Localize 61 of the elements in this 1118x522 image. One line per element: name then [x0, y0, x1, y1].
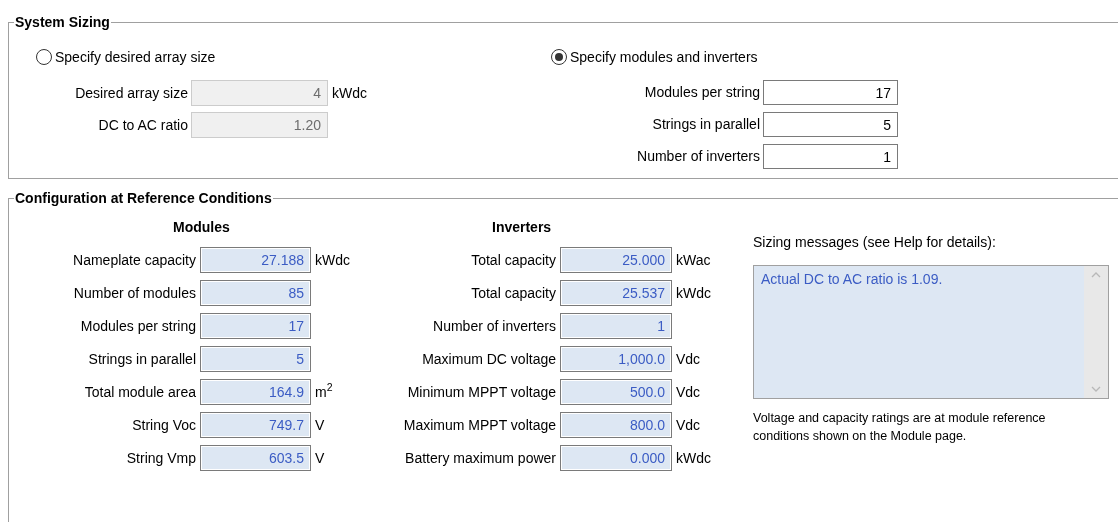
unit-label: kWdc [315, 250, 350, 270]
field-label: Number of inverters [432, 316, 556, 336]
value-field: 1,000.0 [560, 346, 672, 372]
radio-label[interactable]: Specify modules and inverters [570, 46, 758, 68]
unit-label: V [315, 415, 325, 435]
unit-label: m$^{2}$ [315, 381, 333, 402]
field-label: Desired array size [74, 83, 189, 103]
value-field: 603.5 [200, 445, 311, 471]
group-title: System Sizing [14, 13, 111, 32]
value-field: 25.000 [560, 247, 672, 273]
field-label: Number of inverters [636, 147, 761, 166]
value-field: 0.000 [560, 445, 672, 471]
value-field: 500.0 [560, 379, 672, 405]
note-text: Voltage and capacity ratings are at module reference conditions shown on the Module page. [753, 410, 1047, 445]
unit-label: V [315, 448, 325, 468]
field-label: Modules per string [79, 316, 196, 336]
field-label: Number of modules [72, 283, 196, 303]
radio-label[interactable]: Specify desired array size [55, 46, 216, 68]
unit-label: Vdc [676, 349, 701, 369]
field-label: String Voc [131, 415, 196, 435]
field-label: Maximum MPPT voltage [402, 415, 556, 435]
value-field: 800.0 [560, 412, 672, 438]
value-field: 27.188 [200, 247, 311, 273]
value-field: 1 [560, 313, 672, 339]
group-title: Configuration at Reference Conditions [14, 189, 273, 208]
radio-button[interactable] [551, 49, 567, 65]
field-label: DC to AC ratio [97, 115, 189, 135]
scroll-down-icon[interactable] [1091, 386, 1101, 392]
value-field: 85 [200, 280, 311, 306]
field-label: Strings in parallel [87, 349, 196, 369]
scroll-up-icon[interactable] [1091, 272, 1101, 278]
field-label: Modules per string [643, 83, 761, 102]
scrollbar[interactable] [1084, 266, 1108, 398]
value-field: 749.7 [200, 412, 311, 438]
field-label: Total capacity [470, 250, 556, 270]
input-field[interactable]: 1 [763, 144, 898, 169]
input-field[interactable]: 17 [763, 80, 898, 105]
field-label: Minimum MPPT voltage [406, 382, 556, 402]
message-text: Actual DC to AC ratio is 1.09. [760, 270, 944, 289]
value-field: 25.537 [560, 280, 672, 306]
column-heading: Inverters [492, 217, 552, 237]
unit-label: kWac [676, 250, 711, 270]
input-field[interactable]: 5 [763, 112, 898, 137]
messages-label: Sizing messages (see Help for details): [753, 233, 997, 252]
unit-label: kWdc [676, 448, 711, 468]
field-label: Nameplate capacity [72, 250, 196, 270]
unit-label: kWdc [676, 283, 711, 303]
value-field: 5 [200, 346, 311, 372]
field-label: Strings in parallel [651, 115, 761, 134]
field-label: String Vmp [125, 448, 196, 468]
field-label: Total module area [83, 382, 196, 402]
field-label: Total capacity [470, 283, 556, 303]
field-label: Battery maximum power [404, 448, 556, 468]
value-field: 17 [200, 313, 311, 339]
value-field: 164.9 [200, 379, 311, 405]
unit-label: kWdc [332, 83, 367, 103]
column-heading: Modules [173, 217, 230, 237]
field-label: Maximum DC voltage [421, 349, 556, 369]
radio-button[interactable] [36, 49, 52, 65]
unit-label: Vdc [676, 382, 701, 402]
unit-label: Vdc [676, 415, 701, 435]
